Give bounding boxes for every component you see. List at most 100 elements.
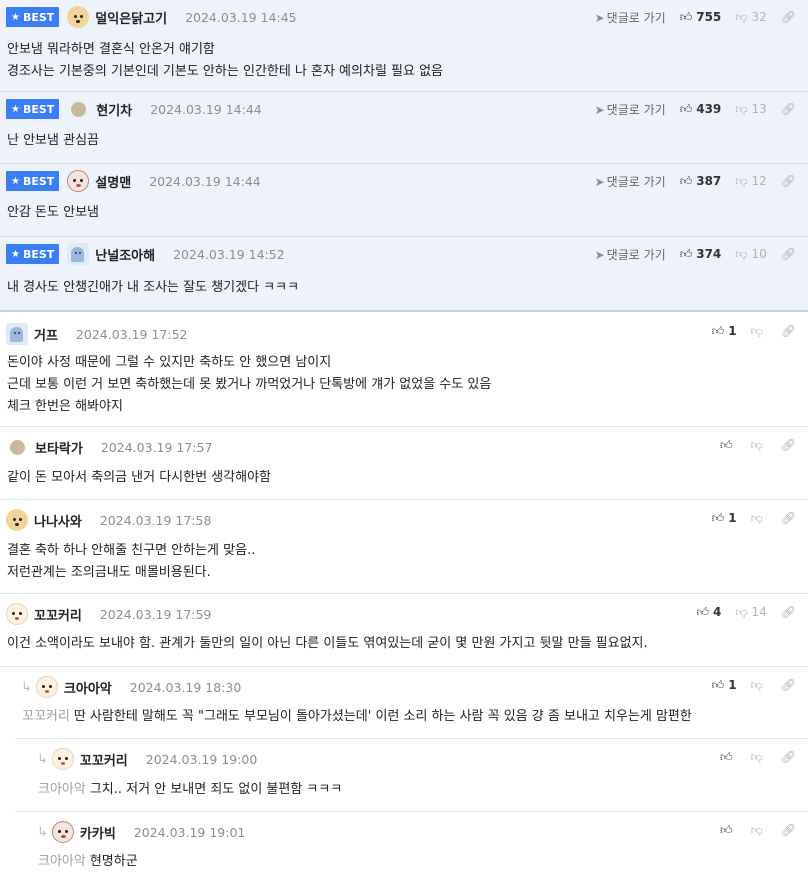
comment: 거프 2024.03.19 17:52 👍︎ 1 👎︎ 🔗︎ 돈이야 사정 때문에… [0,312,808,427]
dislike-button[interactable]: 👎︎ 32 [735,10,766,25]
like-button[interactable]: 👍︎ 4 [696,605,721,620]
dislike-button[interactable]: 👎︎ 10 [735,247,766,262]
comment-body: 꼬꼬커리 딴 사람한테 말해도 꼭 "그래도 부모님이 돌아가셨는데' 이런 소리… [22,709,692,724]
reply-comment: ↳ 크아아악 2024.03.19 18:30 👍︎ 1 👎︎ 🔗︎ 꼬꼬커리 딴 … [15,667,808,739]
avatar[interactable] [67,243,90,265]
comment-body: 크아아악 현명하군 [38,854,138,869]
nickname[interactable]: 나나사와 [34,511,82,530]
like-count: 4 [712,604,722,619]
timestamp: 2024.03.19 17:59 [99,606,212,622]
mention[interactable]: 꼬꼬커리 [22,709,70,724]
like-count: 387 [696,173,722,188]
go-to-reply-link[interactable]: ➤ 댓글로 가기 [595,101,666,118]
link-icon[interactable]: 🔗︎ [781,324,796,338]
avatar[interactable] [51,821,74,843]
dislike-button[interactable]: 👎︎ [751,750,767,765]
thumbs-up-icon: 👍︎ [711,677,725,692]
best-comment: ★ BEST 현기차 2024.03.19 14:44 ➤ 댓글로 가기 👍︎ 439… [0,92,808,164]
best-badge: ★ BEST [6,99,60,119]
comment-body: 크아아악 그치.. 저거 안 보내면 죄도 없이 불편함 ㅋㅋㅋ [38,782,343,797]
comment-body: 결혼 축하 하나 안해줄 친구면 안하는게 맞음.. 저런관계는 조의금내도 매… [7,543,256,580]
nickname[interactable]: 거프 [34,325,58,344]
dislike-button[interactable]: 👎︎ [751,678,767,693]
like-count: 1 [728,510,737,525]
nickname[interactable]: 덜익은닭고기 [95,8,167,27]
timestamp: 2024.03.19 17:58 [99,512,212,528]
mention[interactable]: 크아아악 [38,854,86,869]
mention[interactable]: 크아아악 [38,782,86,797]
avatar[interactable] [51,748,74,770]
link-icon[interactable]: 🔗︎ [781,102,796,116]
link-icon[interactable]: 🔗︎ [781,511,796,525]
dislike-button[interactable]: 👎︎ 13 [735,102,766,117]
dislike-count: 12 [751,173,767,188]
comment-body: 이건 소액이라도 보내야 함. 관계가 둘만의 일이 아닌 다른 이들도 엮여있… [7,636,648,651]
dislike-button[interactable]: 👎︎ [751,823,767,838]
best-badge: ★ BEST [6,7,60,27]
avatar[interactable] [10,439,25,455]
like-button[interactable]: 👍︎ 387 [680,174,722,189]
best-badge: ★ BEST [6,171,60,191]
link-icon[interactable]: 🔗︎ [781,823,796,837]
timestamp: 2024.03.19 17:57 [100,439,213,455]
dislike-button[interactable]: 👎︎ [751,324,767,339]
nickname[interactable]: 보타락가 [35,438,83,457]
link-icon[interactable]: 🔗︎ [781,10,796,24]
nickname[interactable]: 꼬꼬커리 [80,750,128,769]
like-button[interactable]: 👍︎ [720,750,737,765]
go-to-reply-link[interactable]: ➤ 댓글로 가기 [595,246,666,263]
avatar[interactable] [71,101,87,117]
send-arrow-icon: ➤ [594,10,605,25]
nickname[interactable]: 설명맨 [95,172,131,191]
dislike-button[interactable]: 👎︎ 12 [735,174,766,189]
link-icon[interactable]: 🔗︎ [781,605,796,619]
like-button[interactable]: 👍︎ [720,823,737,838]
link-icon[interactable]: 🔗︎ [781,438,796,452]
comment: 꼬꼬커리 2024.03.19 17:59 👍︎ 4 👎︎ 14 🔗︎ 이건 소액이… [0,594,808,667]
like-button[interactable]: 👍︎ 374 [680,247,722,262]
link-icon[interactable]: 🔗︎ [781,247,796,261]
reply-comment: ↳ 꼬꼬커리 2024.03.19 19:00 👍︎ 👎︎ 🔗︎ 크아아악 그치.… [15,739,808,812]
thumbs-up-icon: 👍︎ [711,510,725,525]
comment-body: 안감 돈도 안보냄 [7,205,99,220]
go-to-reply-link[interactable]: ➤ 댓글로 가기 [595,173,666,190]
best-comment: ★ BEST 덜익은닭고기 2024.03.19 14:45 ➤ 댓글로 가기 👍︎… [0,0,808,92]
nickname[interactable]: 꼬꼬커리 [34,605,82,624]
like-button[interactable]: 👍︎ 1 [712,678,737,693]
nickname[interactable]: 카카빅 [80,823,116,842]
thumbs-up-icon: 👍︎ [711,323,725,338]
comment-body: 안보냄 뭐라하면 결혼식 안온거 얘기함 경조사는 기본중의 기본인데 기본도 … [7,42,444,79]
like-button[interactable]: 👍︎ 755 [680,10,722,25]
avatar[interactable] [35,676,58,698]
like-button[interactable]: 👍︎ 439 [680,102,722,117]
best-badge: ★ BEST [6,244,60,264]
nickname[interactable]: 난널조아해 [95,245,155,264]
like-button[interactable]: 👍︎ [720,438,737,453]
reply-arrow-icon: ↳ [21,679,32,695]
dislike-button[interactable]: 👎︎ [751,511,767,526]
link-icon[interactable]: 🔗︎ [781,174,796,188]
timestamp: 2024.03.19 14:44 [149,173,261,189]
thumbs-up-icon: 👍︎ [720,749,733,764]
nickname[interactable]: 현기차 [96,100,132,119]
avatar[interactable] [6,323,28,345]
send-arrow-icon: ➤ [594,102,605,117]
avatar[interactable] [6,603,28,625]
best-badge-label: BEST [22,247,55,261]
thumbs-up-icon: 👍︎ [679,9,693,24]
link-icon[interactable]: 🔗︎ [781,750,796,764]
go-to-reply-link[interactable]: ➤ 댓글로 가기 [595,9,666,26]
like-button[interactable]: 👍︎ 1 [712,324,737,339]
dislike-button[interactable]: 👎︎ 14 [735,605,766,620]
timestamp: 2024.03.19 19:01 [133,824,246,840]
link-icon[interactable]: 🔗︎ [781,678,796,692]
nickname[interactable]: 크아아악 [64,678,112,697]
avatar[interactable] [6,509,28,531]
thumbs-down-icon: 👎︎ [750,437,763,452]
dislike-button[interactable]: 👎︎ [751,438,767,453]
like-button[interactable]: 👍︎ 1 [712,511,737,526]
best-comment: ★ BEST 난널조아해 2024.03.19 14:52 ➤ 댓글로 가기 👍︎ 3… [0,237,808,312]
avatar[interactable] [67,170,90,192]
like-count: 1 [728,677,737,692]
avatar[interactable] [67,6,90,28]
